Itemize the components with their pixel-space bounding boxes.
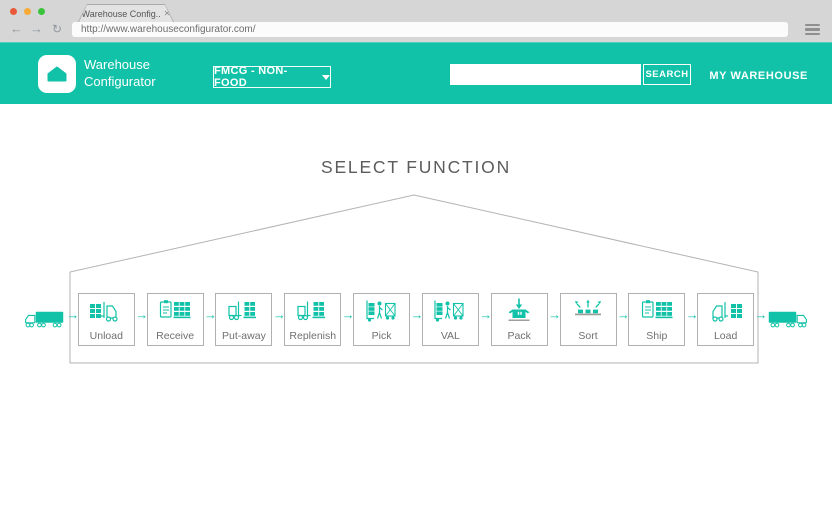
forward-icon[interactable]: → — [30, 19, 43, 39]
window-minimize-button[interactable] — [24, 8, 31, 15]
function-box-pack[interactable]: Pack — [491, 293, 548, 346]
window-zoom-button[interactable] — [38, 8, 45, 15]
flow-arrow-icon: → — [135, 308, 146, 321]
main-content: SELECT FUNCTION → — [0, 104, 832, 526]
function-box-unload[interactable]: Unload — [78, 293, 135, 346]
search-input[interactable] — [450, 64, 641, 85]
category-dropdown-value: FMCG - NON-FOOD — [214, 65, 312, 89]
tab-close-icon[interactable]: ✕ — [164, 9, 171, 18]
flow-arrow-icon: → — [479, 308, 490, 321]
function-label: Receive — [156, 330, 194, 342]
chevron-down-icon — [322, 75, 330, 80]
function-box-receive[interactable]: Receive — [147, 293, 204, 346]
flow-arrow-icon: → — [410, 308, 421, 321]
function-label: Put-away — [222, 330, 266, 342]
search-button[interactable]: SEARCH — [643, 64, 691, 85]
flow-arrow-icon: → — [273, 308, 284, 321]
category-dropdown[interactable]: FMCG - NON-FOOD — [213, 66, 331, 88]
forklift-shelf-icon — [226, 297, 262, 324]
tab-title: Warehouse Config.. — [82, 9, 161, 19]
function-label: Ship — [646, 330, 667, 342]
function-label: Replenish — [289, 330, 336, 342]
function-label: VAL — [441, 330, 460, 342]
function-label: Pick — [372, 330, 392, 342]
picker-cart-icon — [432, 297, 468, 324]
sorter-icon — [570, 297, 606, 324]
function-label: Sort — [578, 330, 597, 342]
refresh-icon[interactable]: ↻ — [52, 19, 62, 39]
flow-arrow-icon: → — [342, 308, 353, 321]
flow-arrow-icon: → — [548, 308, 559, 321]
flow-arrow-icon: → — [66, 308, 77, 321]
function-box-put-away[interactable]: Put-away — [215, 293, 272, 346]
picker-cart-icon — [364, 297, 400, 324]
brand-title: Warehouse Configurator — [84, 56, 156, 90]
flow-arrow-icon: → — [617, 308, 628, 321]
function-label: Unload — [90, 330, 123, 342]
function-box-sort[interactable]: Sort — [560, 293, 617, 346]
forklift-unload-icon — [88, 297, 124, 324]
function-box-ship[interactable]: Ship — [628, 293, 685, 346]
function-box-val[interactable]: VAL — [422, 293, 479, 346]
forklift-load-icon — [708, 297, 744, 324]
clipboard-shelf-icon — [157, 297, 193, 324]
url-bar[interactable]: http://www.warehouseconfigurator.com/ — [72, 22, 788, 37]
function-label: Load — [714, 330, 737, 342]
browser-chrome: Warehouse Config.. ✕ ← → ↻ http://www.wa… — [0, 0, 832, 42]
function-box-load[interactable]: Load — [697, 293, 754, 346]
browser-menu-button[interactable] — [805, 24, 820, 35]
back-icon[interactable]: ← — [10, 19, 23, 39]
my-warehouse-link[interactable]: MY WAREHOUSE — [709, 70, 808, 82]
flow-arrow-icon: → — [755, 308, 766, 321]
function-box-replenish[interactable]: Replenish — [284, 293, 341, 346]
browser-tab[interactable]: Warehouse Config.. ✕ — [78, 4, 174, 22]
flow-arrow-icon: → — [686, 308, 697, 321]
function-flow: → Unload → Receive → — [22, 293, 810, 346]
clipboard-shelf-icon — [639, 297, 675, 324]
hamburger-icon — [805, 24, 820, 26]
window-close-button[interactable] — [10, 8, 17, 15]
truck-outbound-icon — [766, 308, 810, 332]
truck-inbound-icon — [22, 308, 66, 332]
forklift-shelf-icon — [295, 297, 331, 324]
open-box-icon — [501, 297, 537, 324]
url-text: http://www.warehouseconfigurator.com/ — [72, 24, 256, 35]
app-header: Warehouse Configurator FMCG - NON-FOOD S… — [0, 42, 832, 104]
flow-arrow-icon: → — [204, 308, 215, 321]
function-label: Pack — [508, 330, 531, 342]
home-icon — [45, 62, 69, 86]
function-box-pick[interactable]: Pick — [353, 293, 410, 346]
app-logo[interactable] — [38, 55, 76, 93]
